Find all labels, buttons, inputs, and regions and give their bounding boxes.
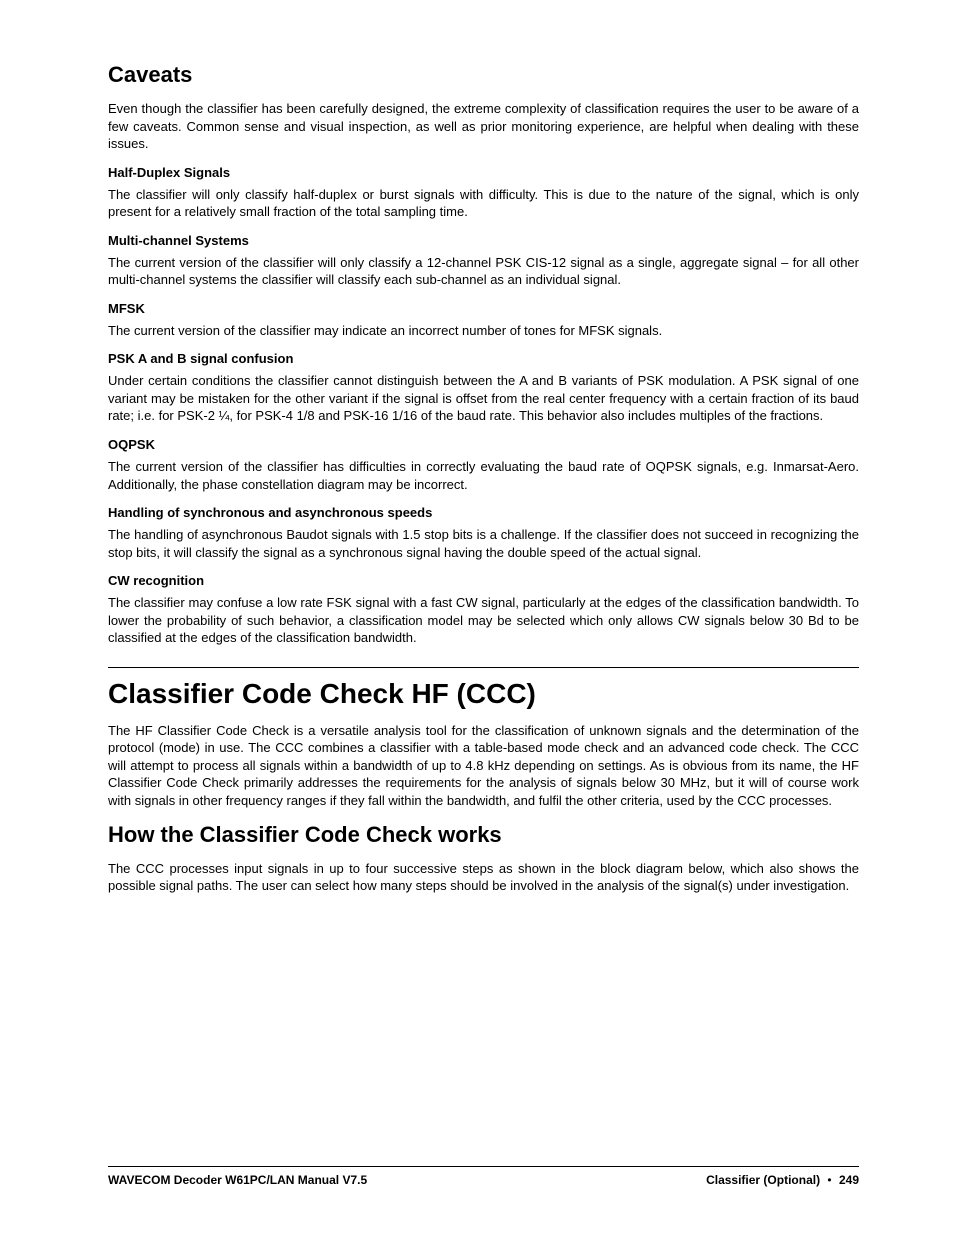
body-psk-ab: Under certain conditions the classifier … [108,372,859,425]
subheading-psk-ab: PSK A and B signal confusion [108,351,859,366]
heading-caveats: Caveats [108,62,859,88]
body-mfsk: The current version of the classifier ma… [108,322,859,340]
subheading-multi-channel: Multi-channel Systems [108,233,859,248]
subheading-oqpsk: OQPSK [108,437,859,452]
heading-ccc: Classifier Code Check HF (CCC) [108,667,859,710]
page-footer: WAVECOM Decoder W61PC/LAN Manual V7.5 Cl… [108,1166,859,1187]
footer-bullet-icon: • [820,1173,839,1187]
body-multi-channel: The current version of the classifier wi… [108,254,859,289]
footer-page-number: 249 [839,1173,859,1187]
ccc-intro: The HF Classifier Code Check is a versat… [108,722,859,810]
subheading-mfsk: MFSK [108,301,859,316]
how-works-body: The CCC processes input signals in up to… [108,860,859,895]
heading-how-works: How the Classifier Code Check works [108,822,859,848]
page-content: Caveats Even though the classifier has b… [0,0,954,895]
body-sync-async: The handling of asynchronous Baudot sign… [108,526,859,561]
subheading-cw: CW recognition [108,573,859,588]
subheading-sync-async: Handling of synchronous and asynchronous… [108,505,859,520]
subheading-half-duplex: Half-Duplex Signals [108,165,859,180]
body-half-duplex: The classifier will only classify half-d… [108,186,859,221]
body-oqpsk: The current version of the classifier ha… [108,458,859,493]
body-cw: The classifier may confuse a low rate FS… [108,594,859,647]
footer-section: Classifier (Optional) [706,1173,820,1187]
caveats-intro: Even though the classifier has been care… [108,100,859,153]
footer-right: Classifier (Optional) • 249 [706,1173,859,1187]
footer-left: WAVECOM Decoder W61PC/LAN Manual V7.5 [108,1173,367,1187]
